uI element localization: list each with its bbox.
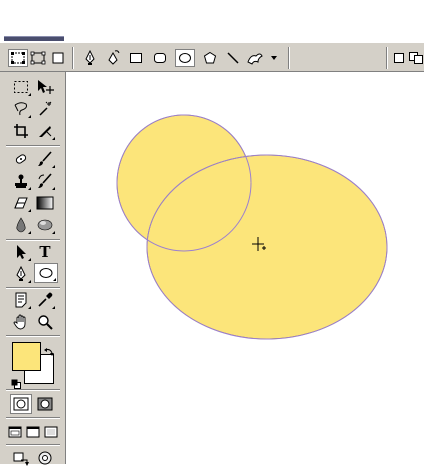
large-ellipse-shape[interactable] [146, 154, 388, 340]
gradient-tool-icon[interactable] [34, 193, 56, 213]
path-selection-icon[interactable] [10, 242, 32, 262]
lasso-tool-icon[interactable] [10, 99, 32, 119]
jump-to-imageready-icon[interactable] [10, 448, 32, 468]
options-separator [72, 47, 74, 69]
toolbox-separator [6, 417, 60, 419]
standard-screen-icon[interactable] [6, 422, 24, 442]
toolbox: T [0, 72, 66, 466]
marquee-tool-icon[interactable] [10, 77, 32, 97]
eraser-tool-icon[interactable] [10, 193, 32, 213]
full-screen-menu-icon[interactable] [24, 422, 42, 442]
type-tool-label: T [39, 243, 51, 261]
move-tool-icon[interactable] [34, 77, 56, 97]
slice-tool-icon[interactable] [34, 121, 56, 141]
toolbox-separator [6, 145, 60, 147]
type-tool-icon[interactable]: T [34, 242, 56, 262]
clone-stamp-icon[interactable] [10, 171, 32, 191]
options-separator [386, 47, 388, 69]
magic-wand-icon[interactable] [34, 99, 56, 119]
blur-tool-icon[interactable] [10, 215, 32, 235]
chevron-down-icon[interactable] [268, 49, 280, 67]
options-separator [288, 47, 290, 69]
notes-tool-icon[interactable] [10, 290, 32, 310]
history-brush-icon[interactable] [34, 171, 56, 191]
line-shape-icon[interactable] [223, 49, 243, 67]
paths-mode-icon[interactable] [28, 49, 48, 67]
rounded-rectangle-icon[interactable] [150, 49, 170, 67]
pen-tool-icon[interactable] [80, 49, 100, 67]
foreground-color-swatch[interactable] [12, 342, 41, 371]
eyedropper-icon[interactable] [34, 290, 56, 310]
toolbox-separator [6, 239, 60, 241]
new-shape-area-icon[interactable] [392, 49, 406, 67]
healing-brush-icon[interactable] [10, 149, 32, 169]
polygon-shape-icon[interactable] [200, 49, 220, 67]
quick-mask-icon[interactable] [34, 394, 56, 414]
toolbox-separator [6, 389, 60, 391]
add-shape-area-icon[interactable] [408, 49, 424, 67]
crop-tool-icon[interactable] [10, 121, 32, 141]
rectangle-shape-icon[interactable] [126, 49, 146, 67]
canvas-art [116, 114, 388, 340]
imageready-icon[interactable] [34, 448, 56, 468]
document-canvas[interactable] [66, 72, 424, 464]
pen-tool-icon[interactable] [10, 264, 32, 284]
freeform-pen-icon[interactable] [104, 49, 124, 67]
fill-pixels-icon[interactable] [48, 49, 68, 67]
toolbox-separator [6, 287, 60, 289]
shape-layers-icon[interactable] [8, 49, 28, 67]
brush-tool-icon[interactable] [34, 149, 56, 169]
default-colors-icon[interactable] [11, 374, 21, 389]
toolbox-separator [6, 335, 60, 337]
options-bar [0, 42, 424, 72]
zoom-tool-icon[interactable] [34, 312, 56, 332]
hand-tool-icon[interactable] [10, 312, 32, 332]
ellipse-shape-icon[interactable] [175, 49, 195, 67]
dodge-tool-icon[interactable] [34, 215, 56, 235]
document-tab-edge [4, 36, 64, 41]
menu-strip [0, 0, 424, 42]
ellipse-tool-icon[interactable] [34, 263, 58, 283]
swap-colors-icon[interactable] [44, 342, 54, 356]
custom-shape-icon[interactable] [246, 49, 266, 67]
toolbox-separator [6, 444, 60, 446]
standard-mode-icon[interactable] [10, 394, 32, 414]
full-screen-icon[interactable] [42, 422, 60, 442]
